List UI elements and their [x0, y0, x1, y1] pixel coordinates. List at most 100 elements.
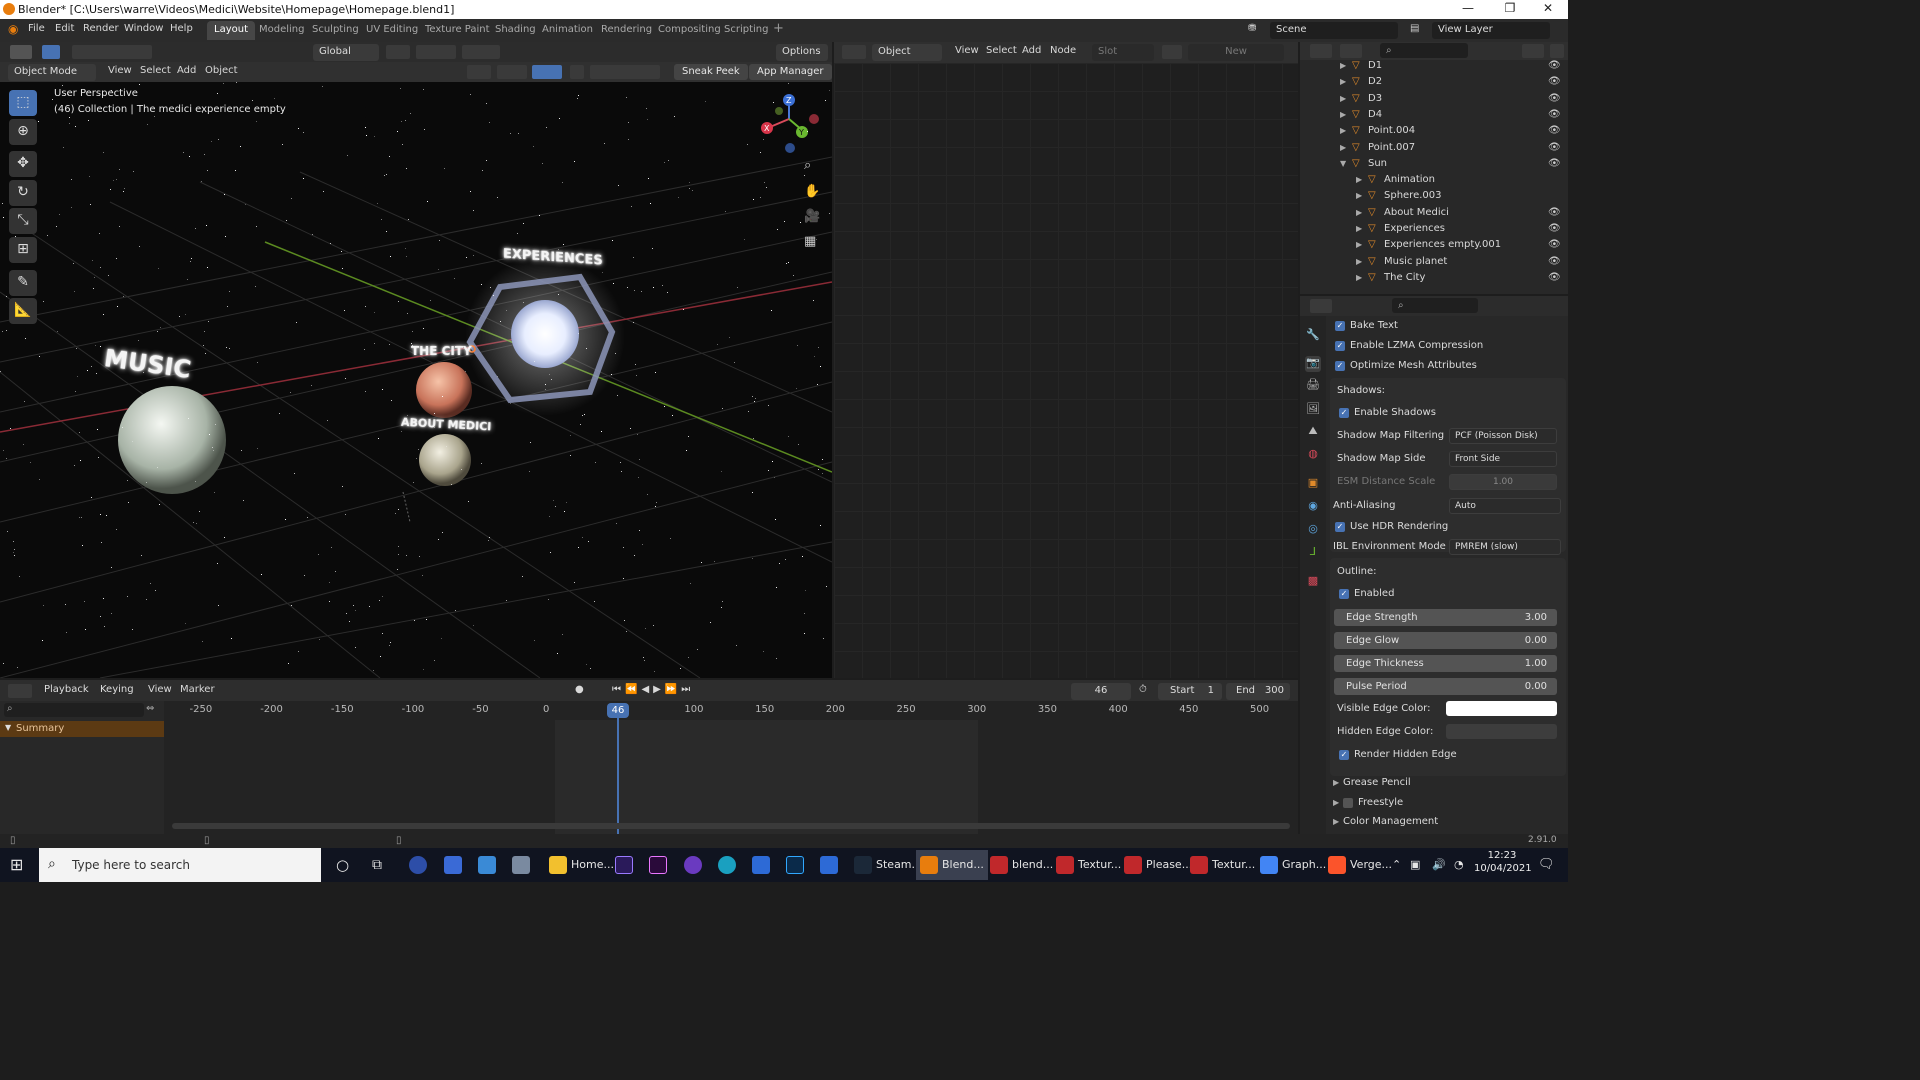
outliner-search-input[interactable]: ⌕ — [1380, 43, 1468, 58]
pulse-period-slider[interactable]: Pulse Period 0.00 — [1334, 678, 1557, 695]
playback-controls[interactable]: ⏮⏪◀▶⏩⏭ — [612, 684, 694, 695]
visibility-icon[interactable] — [467, 65, 491, 79]
node-menu-node[interactable]: Node — [1050, 45, 1076, 56]
selection-mode-icons[interactable] — [72, 45, 152, 59]
edge-thickness-slider[interactable]: Edge Thickness 1.00 — [1334, 655, 1557, 672]
visibility-eye-icon[interactable]: 👁 — [1548, 256, 1561, 267]
outliner-row[interactable]: ▶ ▽ About Medici 👁 — [1300, 205, 1561, 221]
render-tab-icon[interactable]: 📷 — [1305, 356, 1321, 372]
outliner[interactable]: ⌕ ▶ ▽ D1 👁 ▶ ▽ D2 👁 ▶ ▽ D3 👁 ▶ ▽ D4 👁 ▶ ▽ Point.004 👁 ▶ ▽ Poin… — [1300, 42, 1568, 294]
outliner-row[interactable]: ▶ ▽ D3 👁 — [1300, 91, 1561, 107]
explorer-app-icon[interactable] — [508, 850, 538, 880]
store-icon[interactable] — [440, 850, 470, 880]
outliner-row[interactable]: ▶ ▽ D1 👁 — [1300, 58, 1561, 74]
tab-sculpting[interactable]: Sculpting — [305, 21, 366, 40]
shading-mode-icons[interactable] — [590, 65, 660, 79]
network-icon[interactable]: ▣ — [1406, 850, 1424, 880]
select-box-icon[interactable] — [42, 45, 60, 59]
node-menu-view[interactable]: View — [955, 45, 979, 56]
blender-menu-icon[interactable]: ◉ — [8, 22, 18, 36]
visibility-eye-icon[interactable]: 👁 — [1548, 207, 1561, 218]
outline-enabled-checkbox[interactable]: ✓ — [1339, 589, 1349, 599]
visibility-eye-icon[interactable]: 👁 — [1548, 76, 1561, 87]
taskbar-app-button[interactable]: Steam... — [850, 850, 926, 880]
outliner-row[interactable]: ▶ ▽ Music planet 👁 — [1300, 254, 1561, 270]
edge-glow-slider[interactable]: Edge Glow 0.00 — [1334, 632, 1557, 649]
minimize-button[interactable]: — — [1448, 1, 1488, 18]
texture-tab-icon[interactable]: ▩ — [1305, 574, 1321, 590]
select-tool[interactable]: ⬚ — [9, 90, 37, 116]
xray-icon[interactable] — [570, 65, 584, 79]
options-dropdown[interactable]: Options — [776, 44, 828, 61]
volume-icon[interactable]: 🔊 — [1428, 850, 1450, 880]
freestyle-panel[interactable]: Freestyle — [1358, 797, 1403, 808]
outliner-row[interactable]: ▶ ▽ Point.004 👁 — [1300, 123, 1561, 139]
ortho-grid-icon[interactable]: ▦ — [804, 234, 822, 252]
todo-icon[interactable] — [816, 850, 846, 880]
menu-file[interactable]: File — [28, 23, 45, 34]
summary-channel[interactable]: ▼ Summary — [0, 721, 164, 737]
close-button[interactable]: ✕ — [1528, 1, 1568, 18]
viewport-menu-object[interactable]: Object — [205, 65, 238, 76]
enable-shadows-checkbox[interactable]: ✓ — [1339, 408, 1349, 418]
menu-window[interactable]: Window — [124, 23, 163, 34]
scene-icon[interactable]: ⛃ — [1248, 23, 1256, 34]
3d-viewport[interactable]: Z X Y EXPERIENCES MUSIC THE CITY ABOUT M… — [0, 82, 832, 678]
physics-tab-icon[interactable]: ◎ — [1305, 522, 1321, 538]
app-manager-button[interactable]: App Manager — [749, 64, 832, 80]
app-window-icon[interactable] — [748, 850, 778, 880]
bake-text-checkbox[interactable]: ✓ — [1335, 321, 1345, 331]
hidden-edge-color-swatch[interactable] — [1446, 724, 1557, 739]
edge-icon[interactable] — [714, 850, 744, 880]
menu-help[interactable]: Help — [170, 23, 193, 34]
expand-chevron-icon[interactable]: ▶ — [1340, 61, 1346, 70]
viewport-menu-add[interactable]: Add — [177, 65, 196, 76]
maximize-button[interactable]: ❐ — [1490, 1, 1530, 18]
outliner-tree[interactable]: ▶ ▽ D1 👁 ▶ ▽ D2 👁 ▶ ▽ D3 👁 ▶ ▽ D4 👁 ▶ ▽ Point.004 👁 ▶ ▽ Point.… — [1300, 58, 1568, 294]
menu-render[interactable]: Render — [83, 23, 119, 34]
view-layer-icon[interactable]: ▤ — [1410, 23, 1419, 34]
outliner-row[interactable]: ▶ ▽ The City 👁 — [1300, 270, 1561, 286]
tray-chevron-icon[interactable]: ⌃ — [1388, 850, 1405, 880]
properties-type-icon[interactable] — [1310, 299, 1332, 313]
taskbar-app-button[interactable]: Home... — [545, 850, 618, 880]
expand-chevron-icon[interactable]: ▶ — [1340, 77, 1346, 86]
shadow-map-side-dropdown[interactable]: Front Side — [1449, 451, 1557, 467]
properties-search-input[interactable]: ⌕ — [1392, 298, 1478, 313]
editor-type-icon[interactable] — [10, 45, 32, 59]
measure-tool[interactable]: 📐 — [9, 298, 37, 324]
expand-chevron-icon[interactable]: ▶ — [1356, 224, 1362, 233]
viewport-menu-view[interactable]: View — [108, 65, 132, 76]
photoshop-icon[interactable] — [782, 850, 812, 880]
auto-keying-icon[interactable]: ● — [575, 684, 584, 695]
taskbar-app-button[interactable]: Please... — [1120, 850, 1196, 880]
cortana-icon[interactable]: ○ — [332, 850, 353, 880]
pinned-app-1-icon[interactable] — [405, 850, 435, 880]
outliner-type-icon[interactable] — [1310, 44, 1332, 58]
visible-edge-color-swatch[interactable] — [1446, 701, 1557, 716]
output-tab-icon[interactable]: 🖨 — [1305, 378, 1321, 394]
edge-strength-slider[interactable]: Edge Strength 3.00 — [1334, 609, 1557, 626]
new-collection-icon[interactable] — [1550, 44, 1564, 58]
swap-icon[interactable]: ⇔ — [146, 703, 160, 717]
shader-node-editor[interactable]: Object View Select Add Node Slot New — [834, 42, 1298, 678]
node-menu-select[interactable]: Select — [986, 45, 1017, 56]
outliner-row[interactable]: ▶ ▽ Experiences empty.001 👁 — [1300, 237, 1561, 253]
zoom-icon[interactable]: ⌕ — [804, 158, 822, 176]
tab-uv-editing[interactable]: UV Editing — [359, 21, 425, 40]
scale-tool[interactable]: ⤡ — [9, 208, 37, 234]
tab-texture-paint[interactable]: Texture Paint — [418, 21, 497, 40]
expand-chevron-icon[interactable]: ▶ — [1340, 126, 1346, 135]
timeline-editor-type-icon[interactable] — [8, 684, 32, 698]
viewport-menu-select[interactable]: Select — [140, 65, 171, 76]
tab-animation[interactable]: Animation — [535, 21, 600, 40]
properties-editor[interactable]: ⌕ 🔧 📷 🖨 🖼 ⛰ ◍ ▣ ◉ ◎ ⅃ ▩ ✓ Bake Text ✓ En… — [1300, 296, 1568, 836]
expand-chevron-icon[interactable]: ▶ — [1356, 208, 1362, 217]
expand-chevron-icon[interactable]: ▶ — [1356, 257, 1362, 266]
add-workspace-icon[interactable]: + — [773, 21, 784, 36]
cursor-tool[interactable]: ⊕ — [9, 119, 37, 145]
outliner-row[interactable]: ▶ ▽ D4 👁 — [1300, 107, 1561, 123]
taskbar-app-button[interactable]: Verge... — [1324, 850, 1396, 880]
timeline-scrollbar[interactable] — [172, 823, 1290, 829]
timeline-menu-marker[interactable]: Marker — [180, 684, 215, 695]
